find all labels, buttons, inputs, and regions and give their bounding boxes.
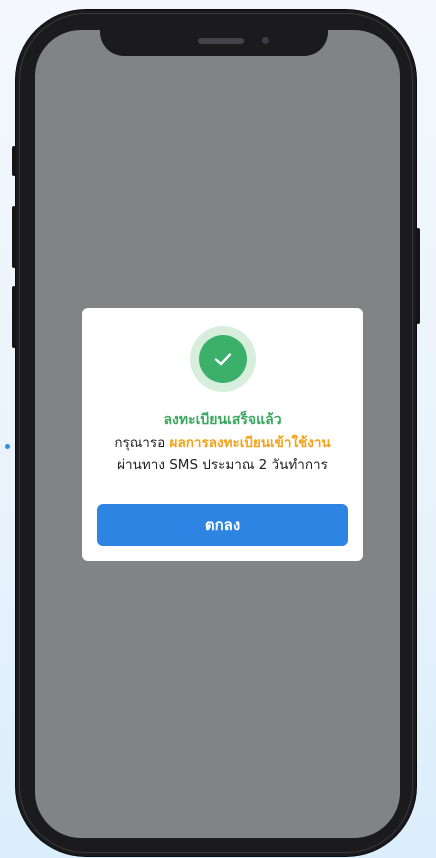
edge-indicator-dot (5, 444, 10, 449)
front-camera (262, 37, 269, 44)
check-circle-inner (199, 335, 247, 383)
message-prefix: กรุณารอ (114, 435, 166, 451)
dialog-message-line-1: กรุณารอ ผลการลงทะเบียนเข้าใช้งาน (82, 431, 363, 453)
dialog-message-line-2: ผ่านทาง SMS ประมาณ 2 วันทำการ (117, 457, 328, 473)
volume-up-button (12, 206, 16, 268)
speaker-grille (198, 38, 244, 44)
dialog-title: ลงทะเบียนเสร็จแล้ว (163, 412, 282, 428)
check-circle-icon (190, 326, 256, 392)
ok-button[interactable]: ตกลง (97, 504, 348, 546)
volume-down-button (12, 286, 16, 348)
message-highlight: ผลการลงทะเบียนเข้าใช้งาน (169, 435, 331, 451)
mute-switch (12, 146, 16, 176)
registration-success-dialog: ลงทะเบียนเสร็จแล้ว กรุณารอ ผลการลงทะเบีย… (82, 308, 363, 561)
power-button (416, 228, 420, 324)
checkmark-icon (214, 353, 232, 366)
